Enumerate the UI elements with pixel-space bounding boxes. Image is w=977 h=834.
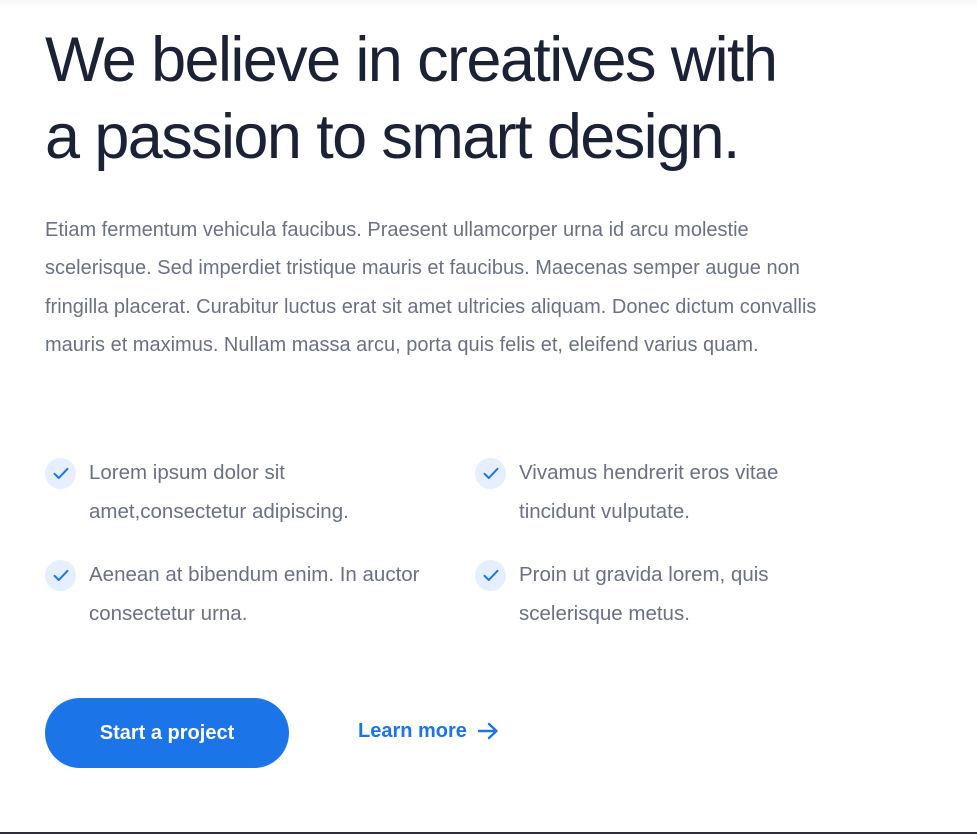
- check-icon: [45, 560, 76, 591]
- about-section: We believe in creatives with a passion t…: [0, 0, 977, 834]
- check-icon: [475, 560, 506, 591]
- arrow-right-icon: [477, 722, 498, 740]
- intro-paragraph: Etiam fermentum vehicula faucibus. Praes…: [45, 219, 817, 357]
- feature-text: Proin ut gravida lorem, quis scelerisque…: [519, 563, 769, 625]
- check-icon: [475, 458, 506, 489]
- feature-text: Lorem ipsum dolor sit amet,consectetur a…: [89, 461, 349, 523]
- page-title-line-1: We believe in creatives with: [45, 25, 778, 95]
- page-title-line-2: a passion to smart design.: [45, 102, 740, 172]
- learn-more-label: Learn more: [358, 719, 467, 742]
- feature-text: Vivamus hendrerit eros vitae tincidunt v…: [519, 461, 779, 523]
- page-title: We believe in creatives with a passion t…: [45, 22, 905, 176]
- learn-more-link[interactable]: Learn more: [358, 714, 499, 748]
- feature-text: Aenean at bibendum enim. In auctor conse…: [89, 563, 420, 625]
- check-icon: [45, 458, 76, 489]
- top-divider: [0, 0, 977, 10]
- start-project-button[interactable]: Start a project: [45, 698, 289, 768]
